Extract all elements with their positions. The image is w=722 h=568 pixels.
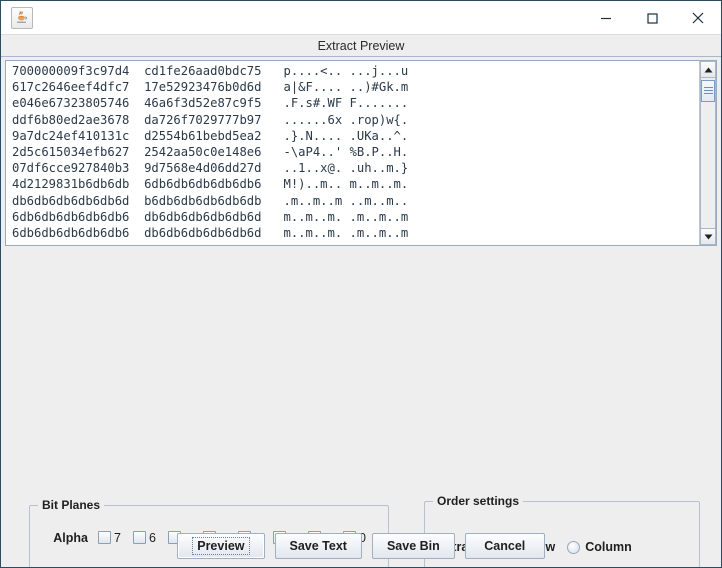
maximize-button[interactable] [629, 1, 675, 35]
scroll-down-arrow-icon[interactable] [700, 228, 716, 245]
hex-line: 700000009f3c97d4 cd1fe26aad0bdc75 p....<… [12, 64, 409, 78]
extract-preview-window: Extract Preview 700000009f3c97d4 cd1fe26… [0, 0, 722, 568]
java-coffee-cup-icon [11, 6, 33, 29]
hex-line: 617c2646eef4dfc7 17e52923476b0d6d a|&F..… [12, 80, 409, 95]
hex-line: 4d2129831b6db6db 6db6db6db6db6db6 M!)..m… [12, 177, 409, 192]
hex-line: 07df6cce927840b3 9d7568e4d06dd27d ..1..x… [12, 161, 409, 176]
cancel-button[interactable]: Cancel [464, 533, 545, 559]
title-bar [1, 1, 721, 35]
save-bin-button[interactable]: Save Bin [371, 533, 455, 559]
hex-line: ddf6b80ed2ae3678 da726f7029777b97 ......… [12, 112, 409, 127]
preview-button[interactable]: Preview [177, 533, 265, 559]
close-button[interactable] [675, 1, 721, 35]
order-settings-title: Order settings [437, 494, 520, 508]
hex-line: e046e67323805746 46a6f3d52e87c9f5 .F.s#.… [12, 96, 409, 111]
hex-line: 6db6db6db6db6db6 db6db6db6db6db6d m..m..… [12, 226, 409, 241]
hex-line: 2d5c615034efb627 2542aa50c0e148e6 -\aP4.… [12, 145, 409, 160]
bit-planes-title: Bit Planes [42, 498, 101, 512]
dialog-caption: Extract Preview [1, 35, 721, 57]
minimize-button[interactable] [583, 1, 629, 35]
save-text-button[interactable]: Save Text [274, 533, 362, 559]
dialog-button-bar: Preview Save Text Save Bin Cancel [1, 533, 721, 559]
hex-line: db6db6db6db6db6d b6db6db6db6db6db .m..m.… [12, 193, 409, 208]
settings-content: Bit Planes Alpha 7 6 5 4 3 2 1 0 Red 7 6… [1, 246, 721, 567]
preview-button-label: Preview [192, 537, 250, 555]
hex-line: 6db6db6db6db6db6 db6db6db6db6db6d m..m..… [12, 209, 409, 224]
hex-line: 9a7dc24ef410131c d2554b61bebd5ea2 .}.N..… [12, 128, 409, 143]
horizontal-scrollbar[interactable] [6, 242, 699, 245]
hex-dump-text[interactable]: 700000009f3c97d4 cd1fe26aad0bdc75 p....<… [6, 61, 699, 245]
scroll-up-arrow-icon[interactable] [700, 61, 716, 78]
window-controls [583, 1, 721, 35]
vertical-scroll-thumb[interactable] [701, 80, 715, 102]
vertical-scrollbar[interactable] [699, 61, 716, 245]
hex-preview-panel: 700000009f3c97d4 cd1fe26aad0bdc75 p....<… [5, 60, 717, 246]
